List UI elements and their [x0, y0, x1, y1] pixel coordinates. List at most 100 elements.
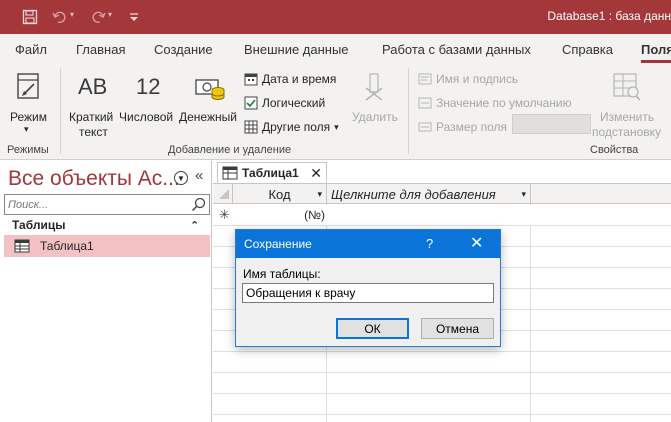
dialog-title-bar: Сохранение ? ✕	[236, 230, 500, 258]
view-label: Режим	[10, 110, 47, 124]
undo-icon[interactable]	[50, 7, 70, 27]
properties-group-label: Свойства	[590, 144, 639, 156]
cancel-button[interactable]: Отмена	[421, 318, 494, 339]
close-icon[interactable]: ✕	[470, 233, 483, 253]
add-delete-group-label: Добавление и удаление	[168, 144, 292, 156]
redo-dropdown-icon[interactable]: ▾	[108, 10, 112, 19]
tab-home[interactable]: Главная	[76, 42, 125, 57]
new-record-marker: ✳	[219, 207, 230, 222]
grid-row	[213, 373, 671, 394]
nav-pane-title[interactable]: Все объекты Ac...	[8, 167, 180, 191]
grid-row	[213, 352, 671, 373]
help-icon[interactable]: ?	[426, 236, 433, 251]
modify-lookups-button: Изменить подстановку	[592, 68, 671, 139]
currency-label: Денежный	[179, 110, 237, 124]
tab-help[interactable]: Справка	[562, 42, 613, 57]
nav-search-input[interactable]	[5, 195, 189, 214]
close-tab-icon[interactable]: ✕	[310, 165, 322, 182]
datetime-label: Дата и время	[262, 72, 337, 86]
currency-button[interactable]: Денежный	[178, 68, 240, 128]
field-size-button: Размер поля	[418, 120, 507, 134]
name-caption-label: Имя и подпись	[436, 72, 519, 86]
nav-section-tables[interactable]: Таблицы	[12, 218, 65, 232]
field-size-label: Размер поля	[436, 120, 507, 134]
ribbon: Режим ▾ Режимы AB Краткий текст 12 Число…	[0, 64, 671, 160]
delete-button: Удалить	[348, 68, 402, 128]
table-name-field-box	[242, 283, 494, 303]
field-size-input	[512, 114, 591, 134]
save-dialog: Сохранение ? ✕ Имя таблицы: ОК Отмена	[235, 229, 501, 347]
nav-item-table1[interactable]: Таблица1	[4, 235, 210, 257]
save-icon[interactable]	[20, 7, 40, 27]
customize-qat-icon[interactable]	[124, 7, 144, 27]
modify-lookups-icon	[613, 73, 641, 101]
short-text-label-2: текст	[79, 125, 108, 139]
datetime-button[interactable]: Дата и время	[244, 72, 336, 86]
modify-lookups-label-2: подстановку	[592, 125, 662, 139]
modify-lookups-label-1: Изменить	[600, 110, 655, 124]
select-all-cell[interactable]	[213, 184, 233, 204]
tab-database-tools[interactable]: Работа с базами данных	[382, 42, 531, 57]
window-title: Database1 : база данн	[547, 9, 671, 23]
more-fields-button[interactable]: Другие поля ▾	[244, 120, 339, 134]
column-header-id[interactable]: Код ▾	[233, 184, 327, 204]
dialog-title: Сохранение	[244, 237, 312, 251]
table-fields-icon	[244, 120, 258, 134]
ribbon-tabs: Файл Главная Создание Внешние данные Раб…	[0, 34, 671, 64]
short-text-icon: AB	[78, 74, 108, 99]
undo-dropdown-icon[interactable]: ▾	[70, 10, 74, 19]
view-button[interactable]: Режим ▾	[4, 68, 52, 138]
tab-fields[interactable]: Поля	[641, 42, 671, 57]
field-size-icon	[418, 120, 432, 134]
nav-menu-icon[interactable]: ▼	[174, 171, 188, 185]
view-icon	[17, 73, 39, 99]
name-caption-button: Имя и подпись	[418, 72, 518, 86]
table-name-label: Имя таблицы:	[243, 267, 321, 281]
nav-item-label: Таблица1	[40, 239, 94, 253]
document-tab-label: Таблица1	[242, 166, 299, 180]
redo-icon[interactable]	[88, 7, 108, 27]
navigation-pane: Все объекты Ac... ▼ « Таблицы ⌃ Таблица1	[0, 161, 212, 422]
delete-label: Удалить	[352, 110, 398, 124]
column-header-click-to-add[interactable]: Щелкните для добавления ▾	[327, 184, 531, 204]
number-button[interactable]: 12 Числовой	[118, 68, 176, 128]
tab-file[interactable]: Файл	[15, 42, 47, 57]
column-header-id-label: Код	[268, 186, 291, 202]
tab-external-data[interactable]: Внешние данные	[244, 42, 349, 57]
short-text-label-1: Краткий	[69, 110, 114, 124]
default-value-button: Значение по умолчанию	[418, 96, 572, 110]
delete-field-icon	[365, 73, 383, 101]
more-fields-label: Другие поля	[262, 120, 331, 134]
yesno-button[interactable]: Логический	[244, 96, 325, 110]
title-bar: ▾ ▾ Database1 : база данн	[0, 0, 671, 34]
ok-button[interactable]: ОК	[336, 318, 409, 339]
document-tab-table1[interactable]: Таблица1 ✕	[217, 162, 327, 183]
table-name-input[interactable]	[243, 284, 491, 302]
select-all-icon	[219, 189, 229, 199]
section-collapse-icon[interactable]: ⌃	[190, 219, 199, 232]
click-to-add-dropdown-icon[interactable]: ▾	[521, 189, 526, 200]
nav-search-box	[4, 194, 210, 215]
active-tab-indicator	[641, 60, 671, 63]
search-icon[interactable]	[191, 197, 206, 212]
view-dropdown-icon: ▾	[24, 124, 29, 134]
more-fields-dropdown-icon: ▾	[334, 121, 339, 132]
default-value-icon	[418, 96, 432, 110]
table-icon	[14, 239, 30, 253]
number-label: Числовой	[119, 110, 174, 124]
column-filter-icon[interactable]: ▾	[317, 189, 322, 200]
short-text-button[interactable]: AB Краткий текст	[66, 68, 116, 139]
new-record-id: (№)	[304, 208, 325, 222]
views-group-label: Режимы	[7, 144, 49, 156]
grid-row	[213, 394, 671, 415]
checkbox-icon	[244, 96, 258, 110]
number-icon: 12	[136, 74, 161, 99]
header-row: Код ▾ Щелкните для добавления ▾	[213, 184, 671, 204]
calendar-icon	[244, 72, 258, 86]
yesno-label: Логический	[262, 96, 326, 110]
shutter-bar-collapse-icon[interactable]: «	[195, 167, 203, 184]
group-separator	[60, 68, 61, 154]
tab-create[interactable]: Создание	[154, 42, 213, 57]
name-caption-icon	[418, 72, 432, 86]
new-record-row[interactable]: ✳ (№)	[213, 205, 671, 226]
